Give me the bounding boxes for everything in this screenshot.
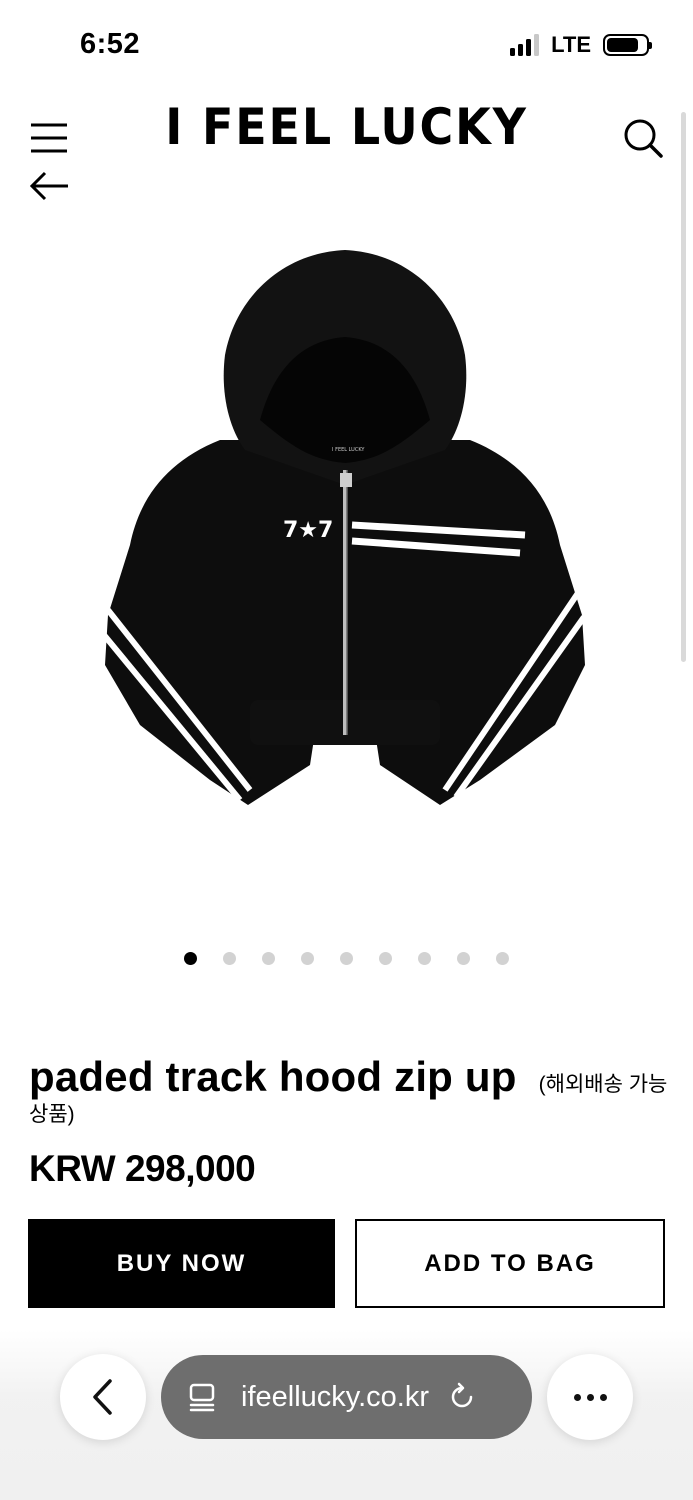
more-options-button[interactable] bbox=[547, 1354, 633, 1440]
battery-icon bbox=[603, 34, 652, 56]
brand-logo[interactable]: I FEEL LUCKY bbox=[28, 98, 666, 156]
carousel-dot[interactable] bbox=[184, 952, 197, 965]
neck-tag: I FEEL LUCKY bbox=[332, 447, 365, 453]
reload-icon[interactable] bbox=[447, 1382, 477, 1412]
product-image[interactable]: 7★7 I FEEL LUCKY bbox=[100, 245, 590, 815]
tabs-icon[interactable] bbox=[187, 1382, 217, 1412]
chest-print: 7★7 bbox=[283, 518, 333, 543]
image-carousel-dots bbox=[0, 952, 693, 965]
product-price: KRW 298,000 bbox=[29, 1148, 256, 1189]
carousel-dot[interactable] bbox=[340, 952, 353, 965]
search-icon[interactable] bbox=[622, 117, 664, 159]
page-scrollbar[interactable] bbox=[681, 112, 686, 662]
browser-back-button[interactable] bbox=[60, 1354, 146, 1440]
carousel-dot[interactable] bbox=[301, 952, 314, 965]
network-label: LTE bbox=[551, 32, 591, 57]
product-name: paded track hood zip up bbox=[29, 1053, 517, 1100]
add-to-bag-button[interactable]: ADD TO BAG bbox=[355, 1219, 665, 1308]
carousel-dot[interactable] bbox=[457, 952, 470, 965]
status-bar: 6:52 LTE bbox=[0, 0, 693, 90]
site-header: I FEEL LUCKY bbox=[0, 90, 693, 220]
product-title-block: paded track hood zip up (해외배송 가능상품) bbox=[29, 1052, 669, 1128]
back-arrow-icon[interactable] bbox=[30, 170, 70, 202]
battery-fill bbox=[607, 38, 639, 52]
carousel-dot[interactable] bbox=[496, 952, 509, 965]
carousel-dot[interactable] bbox=[223, 952, 236, 965]
back-chevron-icon bbox=[93, 1379, 112, 1415]
buy-now-button[interactable]: BUY NOW bbox=[28, 1219, 335, 1308]
status-indicators: LTE bbox=[510, 32, 652, 58]
carousel-dot[interactable] bbox=[418, 952, 431, 965]
signal-icon bbox=[510, 34, 540, 56]
carousel-dot[interactable] bbox=[262, 952, 275, 965]
address-bar[interactable]: ifeellucky.co.kr bbox=[161, 1355, 532, 1439]
more-icon bbox=[573, 1393, 581, 1401]
carousel-dot[interactable] bbox=[379, 952, 392, 965]
status-time: 6:52 bbox=[80, 28, 141, 60]
url-text[interactable]: ifeellucky.co.kr bbox=[241, 1381, 429, 1414]
